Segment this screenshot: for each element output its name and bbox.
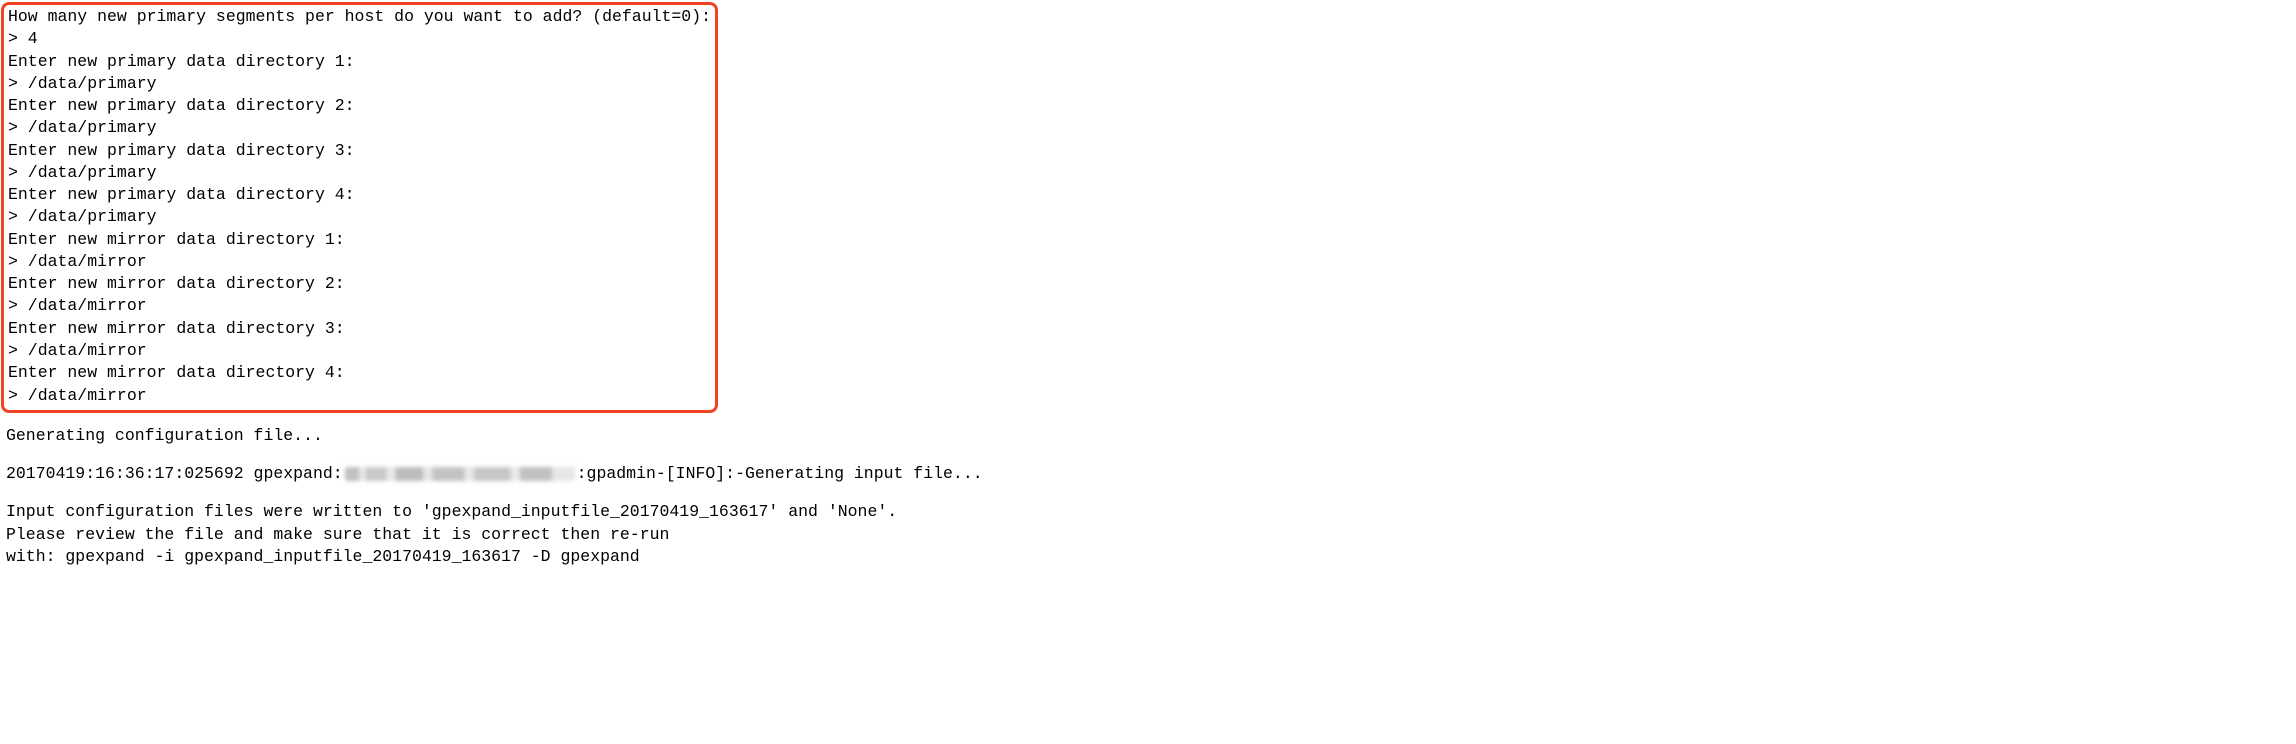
- log-line: Generating configuration file...: [4, 425, 2292, 447]
- prompt-line: How many new primary segments per host d…: [6, 6, 713, 28]
- prompt-line: Enter new mirror data directory 2:: [6, 273, 713, 295]
- input-line: > /data/mirror: [6, 251, 713, 273]
- prompt-line: Enter new primary data directory 1:: [6, 51, 713, 73]
- input-line: > /data/primary: [6, 117, 713, 139]
- input-line: > 4: [6, 28, 713, 50]
- input-line: > /data/mirror: [6, 385, 713, 407]
- prompt-line: Enter new primary data directory 3:: [6, 140, 713, 162]
- input-line: > /data/mirror: [6, 295, 713, 317]
- prompt-line: Enter new primary data directory 4:: [6, 184, 713, 206]
- redacted-hostname: [345, 467, 575, 481]
- log-timestamp-suffix: :gpadmin-[INFO]:-Generating input file..…: [577, 464, 983, 483]
- log-output: Generating configuration file... 2017041…: [0, 425, 2296, 568]
- log-line-timestamp: 20170419:16:36:17:025692 gpexpand: :gpadm…: [4, 463, 2292, 485]
- prompt-line: Enter new mirror data directory 4:: [6, 362, 713, 384]
- log-timestamp-prefix: 20170419:16:36:17:025692 gpexpand:: [6, 464, 343, 483]
- prompt-line: Enter new mirror data directory 3:: [6, 318, 713, 340]
- input-line: > /data/primary: [6, 162, 713, 184]
- prompt-line: Enter new mirror data directory 1:: [6, 229, 713, 251]
- input-line: > /data/primary: [6, 206, 713, 228]
- input-line: > /data/primary: [6, 73, 713, 95]
- log-line: Input configuration files were written t…: [4, 501, 2292, 523]
- log-line: with: gpexpand -i gpexpand_inputfile_201…: [4, 546, 2292, 568]
- input-line: > /data/mirror: [6, 340, 713, 362]
- highlighted-terminal-region: How many new primary segments per host d…: [1, 2, 718, 413]
- prompt-line: Enter new primary data directory 2:: [6, 95, 713, 117]
- log-line: Please review the file and make sure tha…: [4, 524, 2292, 546]
